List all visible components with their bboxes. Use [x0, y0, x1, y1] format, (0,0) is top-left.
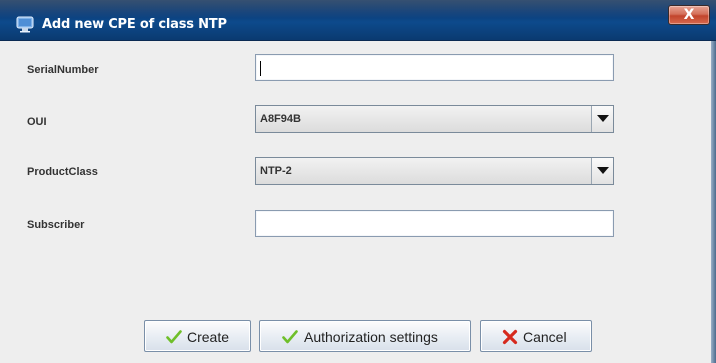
close-icon: X [683, 7, 695, 23]
check-icon [166, 330, 182, 344]
create-button[interactable]: Create [144, 320, 251, 352]
product-class-label: ProductClass [27, 166, 98, 178]
oui-combo[interactable]: A8F94B [255, 105, 614, 133]
product-class-combo[interactable]: NTP-2 [255, 157, 614, 185]
authorization-settings-button[interactable]: Authorization settings [259, 320, 471, 352]
product-class-selected-value: NTP-2 [260, 165, 292, 177]
subscriber-input[interactable] [255, 210, 614, 237]
cancel-button[interactable]: Cancel [480, 320, 592, 352]
text-caret [260, 61, 261, 76]
create-button-label: Create [187, 329, 230, 345]
title-bar-shine [0, 0, 716, 18]
oui-label: OUI [27, 116, 47, 128]
form-panel: SerialNumber OUI A8F94B ProductClass NTP… [0, 41, 711, 363]
title-bar[interactable]: Add new CPE of class NTP X [0, 0, 716, 41]
authorization-settings-button-label: Authorization settings [304, 329, 438, 345]
app-icon [16, 16, 34, 33]
check-icon [282, 330, 298, 344]
cross-icon [502, 329, 518, 345]
oui-dropdown-button[interactable] [591, 106, 613, 132]
dialog-window: Add new CPE of class NTP X SerialNumber … [0, 0, 716, 363]
chevron-down-icon [597, 167, 609, 174]
product-class-dropdown-button[interactable] [591, 158, 613, 184]
window-frame-right [711, 41, 716, 363]
subscriber-label: Subscriber [27, 219, 85, 231]
window-title: Add new CPE of class NTP [42, 17, 227, 32]
serial-number-label: SerialNumber [27, 64, 99, 76]
serial-number-input[interactable] [255, 54, 614, 81]
close-button[interactable]: X [668, 5, 710, 25]
cancel-button-label: Cancel [523, 329, 567, 345]
chevron-down-icon [597, 115, 609, 122]
oui-selected-value: A8F94B [260, 113, 301, 125]
